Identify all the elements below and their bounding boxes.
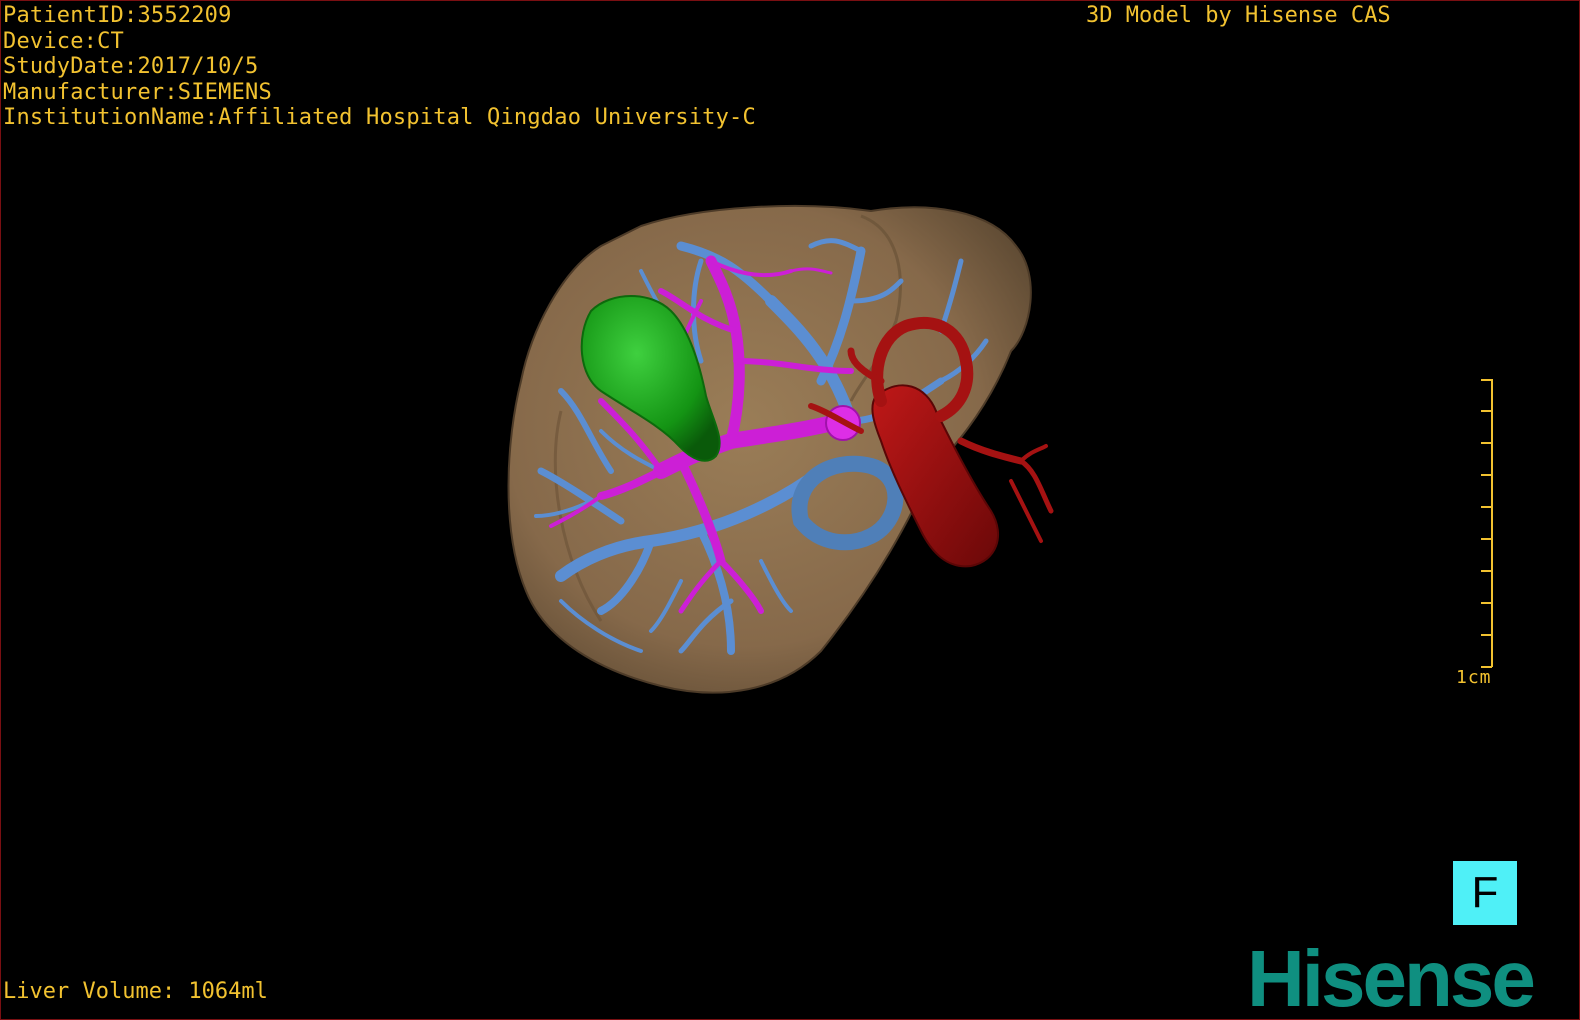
model-credit-text: 3D Model by Hisense CAS [1086,3,1391,28]
liver-3d-model[interactable] [1,1,1579,1019]
liver-volume-text: Liver Volume: 1064ml [3,979,268,1004]
institution-text: InstitutionName:Affiliated Hospital Qing… [3,105,756,130]
study-info-overlay: PatientID:3552209 Device:CT StudyDate:20… [3,3,756,131]
hisense-logo: Hisense [1247,934,1536,1020]
scale-bar-label: 1cm [1456,667,1492,688]
3d-viewport[interactable]: PatientID:3552209 Device:CT StudyDate:20… [0,0,1580,1020]
device-text: Device:CT [3,28,125,54]
front-view-button[interactable]: F [1453,861,1517,925]
scale-bar [1481,379,1493,668]
manufacturer-text: Manufacturer:SIEMENS [3,79,272,105]
study-date-text: StudyDate:2017/10/5 [3,54,259,79]
patient-id-text: PatientID:3552209 [3,3,232,28]
